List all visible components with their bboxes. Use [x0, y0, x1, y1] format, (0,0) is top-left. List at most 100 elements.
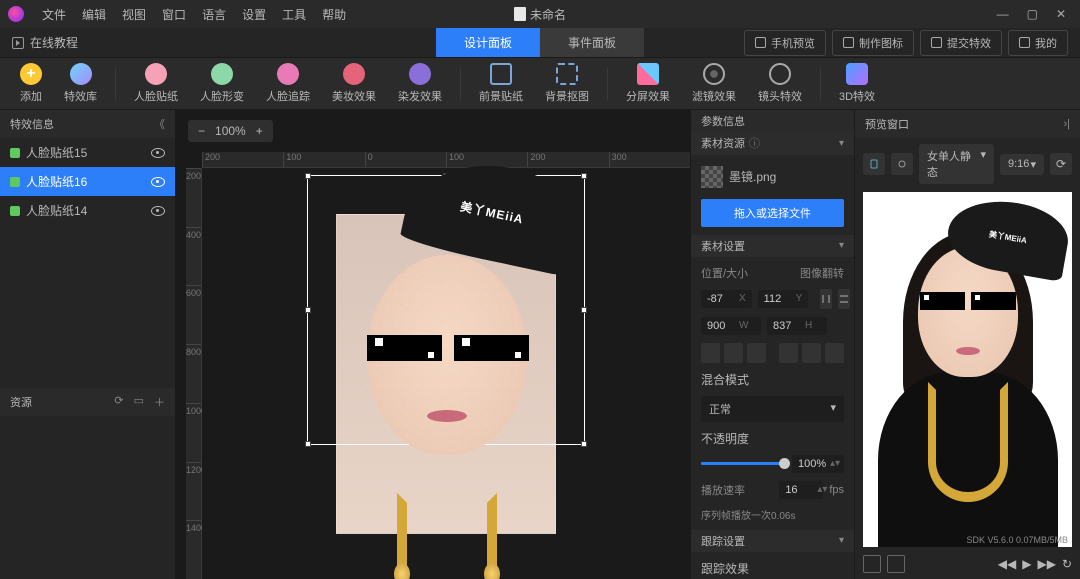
tool-makeup[interactable]: 美妆效果 — [324, 63, 384, 104]
zoom-out-button[interactable]: − — [198, 124, 205, 138]
fps-label: fps — [829, 484, 844, 496]
ratio-select[interactable]: 9:16▾ — [1000, 154, 1044, 175]
resource-thumbnail — [701, 166, 723, 188]
menu-帮助[interactable]: 帮助 — [314, 6, 354, 23]
visibility-icon[interactable] — [151, 148, 165, 158]
title-text: 未命名 — [530, 6, 566, 23]
close-button[interactable]: ✕ — [1056, 7, 1066, 21]
collapse-icon[interactable]: 《 — [154, 116, 165, 132]
sequence-info: 序列帧播放一次0.06s — [701, 507, 844, 522]
tool-morph[interactable]: 人脸形变 — [192, 63, 252, 104]
speed-input[interactable]: ▴▾ — [779, 481, 823, 499]
tool-lens[interactable]: 镜头特效 — [750, 63, 810, 104]
align-right-button[interactable] — [747, 343, 766, 363]
prev-button[interactable]: ◀◀ — [998, 557, 1016, 571]
track-settings-header[interactable]: 跟踪设置▾ — [691, 530, 854, 552]
menu-设置[interactable]: 设置 — [234, 6, 274, 23]
opacity-label: 不透明度 — [701, 430, 844, 447]
layer-item[interactable]: 人脸贴纸14 — [0, 196, 175, 225]
tool-threed[interactable]: 3D特效 — [831, 63, 883, 104]
stop-button[interactable]: ↻ — [1062, 557, 1072, 571]
align-center-h-button[interactable] — [724, 343, 743, 363]
align-bottom-button[interactable] — [825, 343, 844, 363]
tool-hair[interactable]: 染发效果 — [390, 63, 450, 104]
tab-0[interactable]: 设计面板 — [436, 28, 540, 57]
zoom-in-button[interactable]: + — [256, 124, 263, 138]
make-button[interactable]: 制作图标 — [832, 30, 914, 56]
align-left-button[interactable] — [701, 343, 720, 363]
blend-mode-select[interactable]: 正常▾ — [701, 396, 844, 422]
y-input[interactable]: Y — [758, 290, 809, 308]
material-resource-header[interactable]: 素材资源ⓘ ▾ — [691, 132, 854, 154]
align-center-v-button[interactable] — [802, 343, 821, 363]
preview-mode-1[interactable] — [863, 153, 885, 175]
tool-add[interactable]: +添加 — [12, 63, 50, 104]
params-panel-title: 参数信息 — [701, 113, 745, 129]
chevron-down-icon: ▾ — [839, 138, 844, 149]
x-input[interactable]: X — [701, 290, 752, 308]
minimize-button[interactable]: — — [997, 7, 1009, 21]
add-resource-icon[interactable]: ＋ — [154, 394, 165, 410]
menu-编辑[interactable]: 编辑 — [74, 6, 114, 23]
resource-file[interactable]: 墨镜.png — [701, 163, 844, 191]
visibility-icon[interactable] — [151, 177, 165, 187]
tool-fg[interactable]: 前景贴纸 — [471, 63, 531, 104]
tool-fx[interactable]: 特效库 — [56, 63, 105, 104]
flip-v-button[interactable] — [838, 289, 850, 309]
tab-1[interactable]: 事件面板 — [540, 28, 644, 57]
menu-视图[interactable]: 视图 — [114, 6, 154, 23]
w-input[interactable]: W — [701, 317, 761, 335]
refresh-preview-button[interactable]: ⟳ — [1050, 153, 1072, 175]
position-label: 位置/大小 — [701, 265, 770, 281]
flip-h-button[interactable] — [820, 289, 832, 309]
layer-item[interactable]: 人脸贴纸16 — [0, 167, 175, 196]
tutorial-button[interactable]: 在线教程 — [12, 34, 78, 51]
flip-label: 图像翻转 — [776, 265, 845, 281]
next-button[interactable]: ▶▶ — [1037, 557, 1055, 571]
pose-select[interactable]: 女单人静态▾ — [919, 144, 994, 184]
h-input[interactable]: H — [767, 317, 827, 335]
tool-split[interactable]: 分屏效果 — [618, 63, 678, 104]
refresh-icon[interactable]: ⟳ — [114, 394, 123, 410]
expand-icon[interactable]: ›| — [1063, 118, 1070, 130]
speed-label: 播放速率 — [701, 482, 773, 498]
zoom-value: 100% — [215, 124, 246, 138]
menu-工具[interactable]: 工具 — [274, 6, 314, 23]
menu-窗口[interactable]: 窗口 — [154, 6, 194, 23]
resource-filename: 墨镜.png — [729, 168, 776, 185]
mine-button[interactable]: 我的 — [1008, 30, 1068, 56]
vertical-ruler: 200400600800100012001400 — [186, 168, 202, 579]
document-icon — [514, 7, 526, 21]
tool-bg[interactable]: 背景抠图 — [537, 63, 597, 104]
play-button[interactable]: ▶ — [1022, 557, 1031, 571]
maximize-button[interactable]: ▢ — [1027, 7, 1038, 21]
glasses-sticker[interactable] — [367, 335, 529, 361]
material-settings-header[interactable]: 素材设置▾ — [691, 235, 854, 257]
menu-文件[interactable]: 文件 — [34, 6, 74, 23]
preview-image: 美丫MEiiA SDK V5.6.0 0.07MB/5MB — [863, 192, 1072, 547]
visibility-icon[interactable] — [151, 206, 165, 216]
choose-file-button[interactable]: 拖入或选择文件 — [701, 199, 844, 227]
tool-st[interactable]: 人脸贴纸 — [126, 63, 186, 104]
app-logo — [8, 6, 24, 22]
canvas-area[interactable]: − 100% + 2001000100200300 20040060080010… — [176, 110, 690, 579]
face-preview[interactable]: 美丫MEiiA — [336, 214, 556, 534]
phone-button[interactable]: 手机预览 — [744, 30, 826, 56]
folder-icon[interactable]: ▭ — [134, 394, 144, 410]
device-2-button[interactable] — [887, 555, 905, 573]
submit-button[interactable]: 提交特效 — [920, 30, 1002, 56]
menu-语言[interactable]: 语言 — [194, 6, 234, 23]
play-icon — [12, 37, 24, 49]
align-top-button[interactable] — [779, 343, 798, 363]
opacity-value[interactable]: ▴▾ — [792, 455, 844, 473]
chain-sticker[interactable] — [397, 493, 497, 579]
tool-filter[interactable]: 滤镜效果 — [684, 63, 744, 104]
layer-item[interactable]: 人脸贴纸15 — [0, 138, 175, 167]
device-1-button[interactable] — [863, 555, 881, 573]
resources-panel-title: 资源 — [10, 394, 32, 410]
opacity-slider[interactable] — [701, 462, 784, 465]
preview-mode-2[interactable] — [891, 153, 913, 175]
tutorial-label: 在线教程 — [30, 34, 78, 51]
zoom-control[interactable]: − 100% + — [188, 120, 273, 142]
tool-track[interactable]: 人脸追踪 — [258, 63, 318, 104]
